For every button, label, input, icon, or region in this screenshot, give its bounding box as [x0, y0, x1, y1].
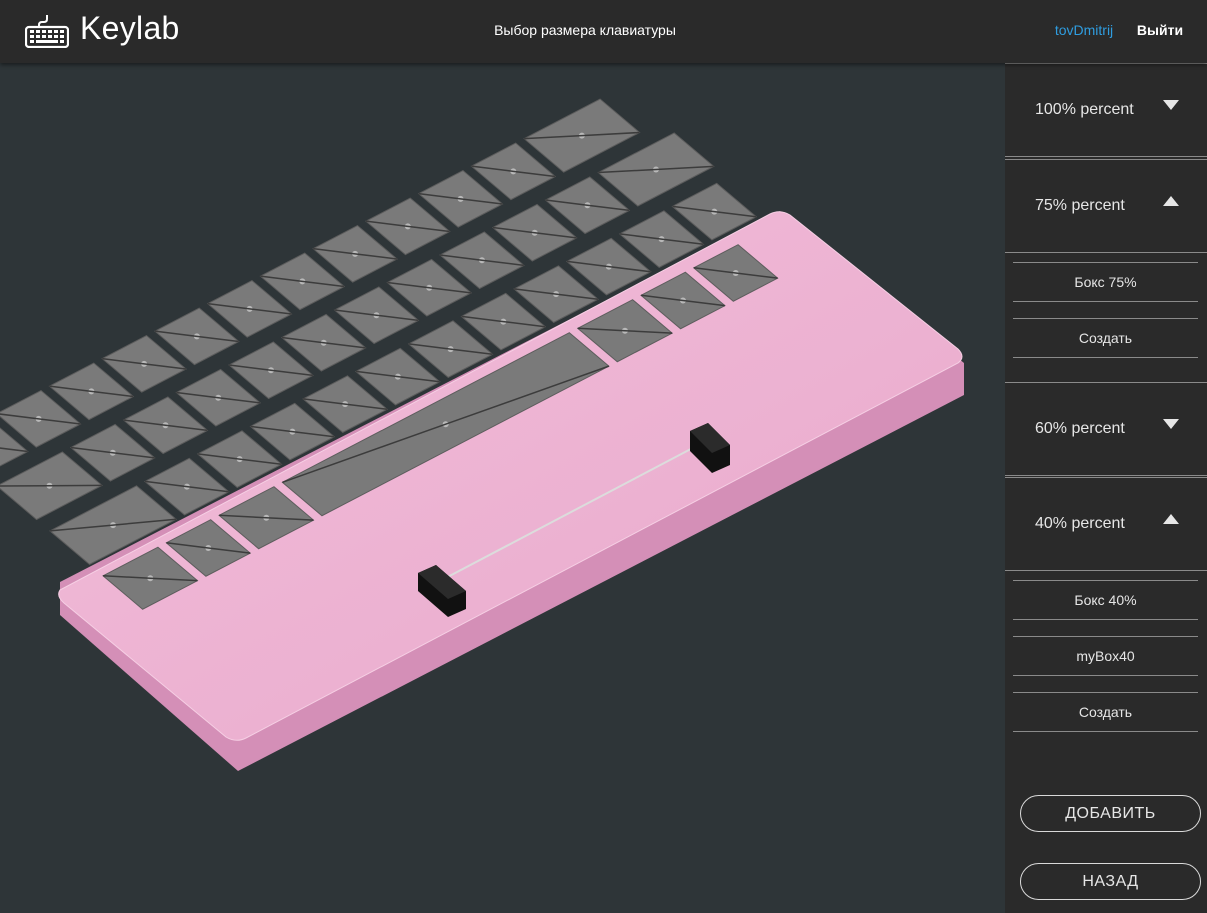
back-button[interactable]: НАЗАД: [1020, 863, 1201, 900]
section-75-percent[interactable]: 75% percent: [1005, 159, 1207, 253]
section-40-percent[interactable]: 40% percent: [1005, 477, 1207, 571]
logout-button[interactable]: Выйти: [1132, 22, 1188, 38]
section-label: 40% percent: [1035, 515, 1125, 532]
keyboard-case-render[interactable]: [0, 63, 1005, 913]
box-item-40[interactable]: Бокс 40%: [1013, 580, 1198, 620]
chevron-down-icon: [1163, 419, 1179, 429]
box-item-mybox40[interactable]: myBox40: [1013, 636, 1198, 676]
3d-viewport[interactable]: [0, 63, 1005, 913]
add-button[interactable]: ДОБАВИТЬ: [1020, 795, 1201, 832]
chevron-up-icon: [1163, 196, 1179, 206]
section-label: 100% percent: [1035, 101, 1134, 118]
section-label: 75% percent: [1035, 197, 1125, 214]
chevron-down-icon: [1163, 100, 1179, 110]
box-item-75[interactable]: Бокс 75%: [1013, 262, 1198, 302]
pcb-trace: [0, 484, 102, 487]
chevron-up-icon: [1163, 514, 1179, 524]
section-60-percent[interactable]: 60% percent: [1005, 382, 1207, 476]
create-box-40-button[interactable]: Создать: [1013, 692, 1198, 732]
size-sidebar: 100% percent 75% percent Бокс 75% Создат…: [1005, 63, 1207, 913]
section-label: 60% percent: [1035, 420, 1125, 437]
create-box-75-button[interactable]: Создать: [1013, 318, 1198, 358]
app-logo-text[interactable]: Keylab: [80, 10, 180, 47]
section-100-percent[interactable]: 100% percent: [1005, 63, 1207, 157]
keyboard-icon: [25, 15, 69, 48]
top-bar: Keylab Выбор размера клавиатуры tovDmitr…: [0, 0, 1207, 63]
page-title: Выбор размера клавиатуры: [494, 22, 676, 38]
username-link[interactable]: tovDmitrij: [1040, 22, 1128, 38]
